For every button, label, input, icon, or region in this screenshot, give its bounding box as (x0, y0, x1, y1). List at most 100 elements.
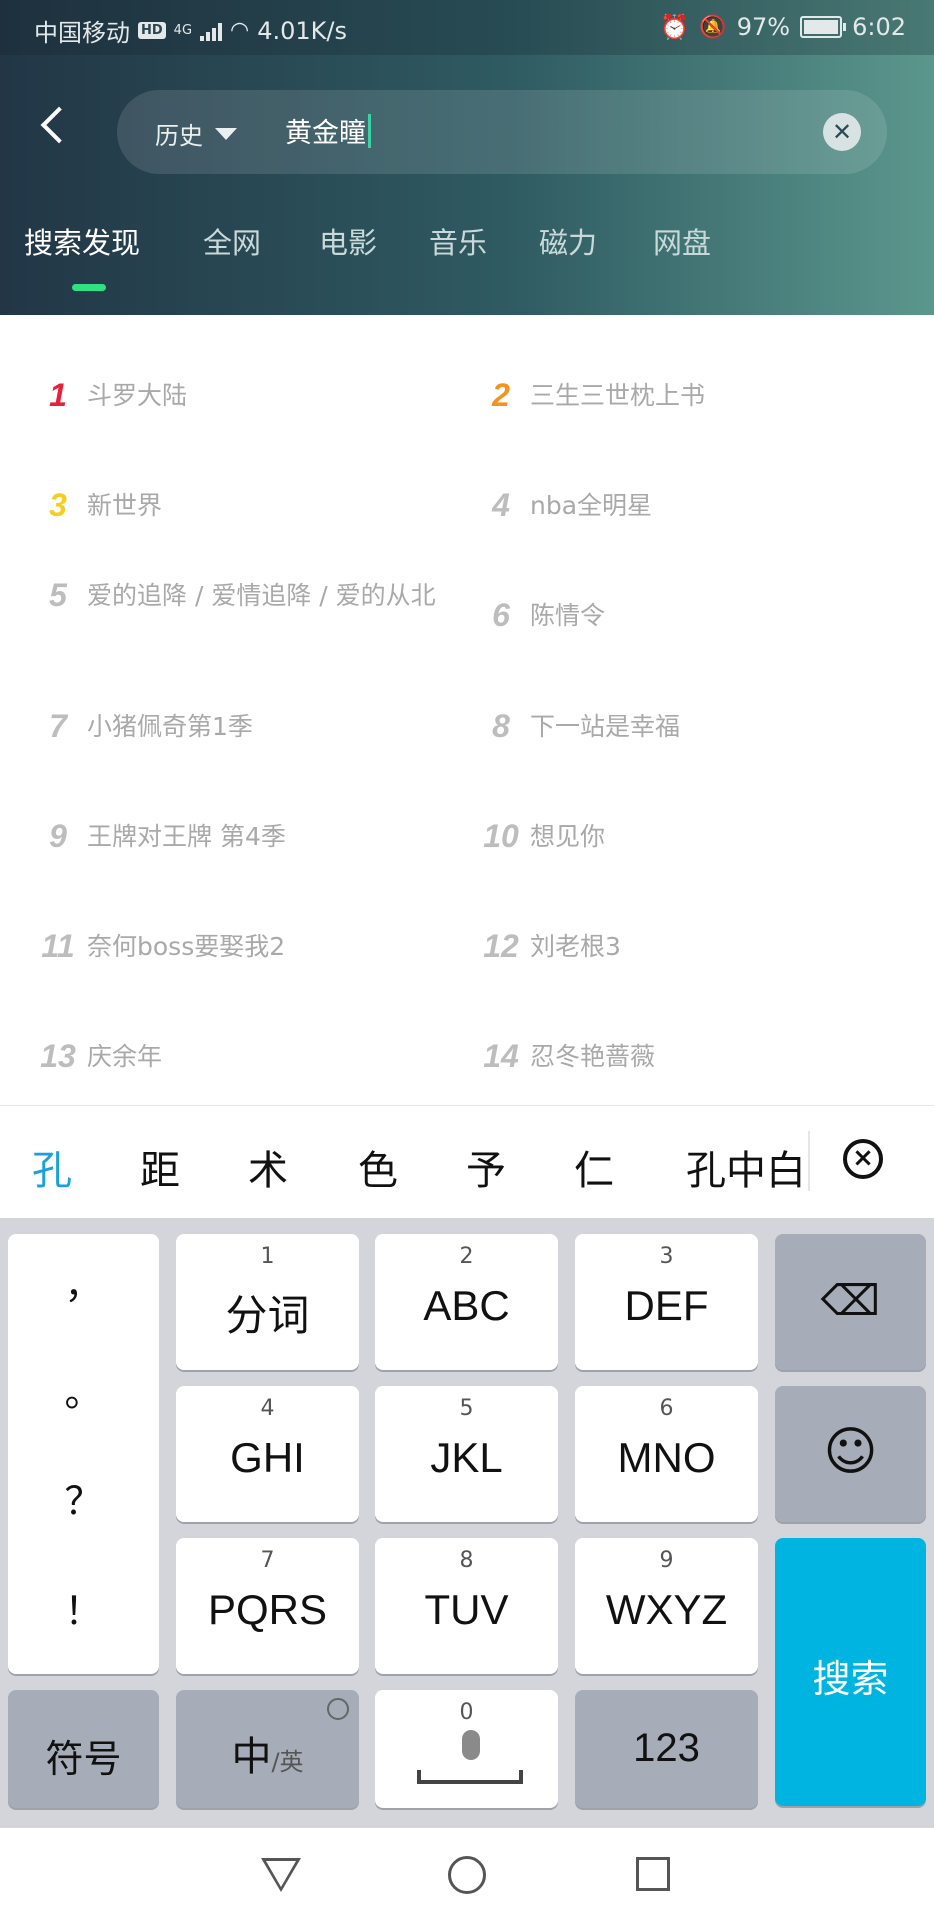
candidate-word[interactable]: 术 (248, 1138, 288, 1196)
tab-movies[interactable]: 电影 (319, 220, 377, 262)
clear-search-button[interactable]: ✕ (823, 113, 861, 151)
key-label: ABC (423, 1282, 510, 1329)
tab-magnet[interactable]: 磁力 (539, 220, 597, 262)
key-1[interactable]: 1 分词 (176, 1234, 359, 1370)
key-label: DEF (624, 1282, 709, 1329)
back-arrow-icon (40, 106, 78, 144)
status-bar: 中国移动 HD 4G ◠ 4.01K/s ⏰ 🔕 97% 6:02 (0, 0, 934, 55)
candidate-word[interactable]: 距 (140, 1138, 180, 1196)
rank-number: 7 (49, 708, 67, 744)
history-dropdown[interactable]: 历史 (155, 116, 237, 151)
key-2[interactable]: 2 ABC (375, 1234, 558, 1370)
key-number: 1 (260, 1244, 275, 1269)
item-title: 刘老根3 (530, 932, 621, 961)
item-title: 爱的追降 / 爱情追降 / 爱的从北 (87, 581, 436, 610)
item-title: 小猪佩奇第1季 (87, 712, 253, 741)
search-query-text: 黄金瞳 (285, 118, 366, 149)
key-number: 8 (459, 1548, 474, 1573)
key-number: 2 (459, 1244, 474, 1269)
key-number: 0 (459, 1700, 474, 1725)
list-item[interactable]: 10 想见你 (483, 818, 605, 855)
key-label: TUV (424, 1586, 509, 1633)
key-number: 7 (260, 1548, 275, 1573)
item-title: 王牌对王牌 第4季 (87, 822, 286, 851)
tab-all-web[interactable]: 全网 (203, 220, 261, 262)
key-label: PQRS (207, 1586, 328, 1633)
language-switch-key[interactable]: 中/英 (176, 1690, 359, 1808)
carrier: 中国移动 (34, 19, 130, 47)
list-item[interactable]: 8 下一站是幸福 (483, 708, 680, 745)
key-4[interactable]: 4 GHI (176, 1386, 359, 1522)
search-input[interactable]: 黄金瞳 (285, 111, 371, 150)
list-item[interactable]: 3 新世界 (40, 487, 162, 524)
key-5[interactable]: 5 JKL (375, 1386, 558, 1522)
candidate-word[interactable]: 仁 (574, 1138, 614, 1196)
candidate-word[interactable]: 色 (358, 1138, 398, 1196)
rank-number: 8 (492, 708, 510, 744)
emoji-key[interactable]: ☺ (775, 1386, 926, 1522)
tab-netdisk[interactable]: 网盘 (653, 220, 711, 262)
list-item[interactable]: 2 三生三世枕上书 (483, 377, 705, 414)
item-title: 奈何boss要娶我2 (87, 932, 286, 961)
hot-search-list: 1 斗罗大陆 2 三生三世枕上书 3 新世界 4 nba全明星 5 爱的追降 /… (0, 315, 934, 1105)
backspace-key[interactable]: ⌫ (775, 1234, 926, 1370)
key-label: GHI (230, 1434, 305, 1481)
numeric-keyboard-key[interactable]: 123 (575, 1690, 758, 1808)
clock: 6:02 (852, 13, 906, 41)
microphone-icon (462, 1730, 480, 1760)
header: 中国移动 HD 4G ◠ 4.01K/s ⏰ 🔕 97% 6:02 历史 黄金瞳… (0, 0, 934, 315)
nav-back-icon[interactable] (261, 1858, 301, 1892)
tab-music[interactable]: 音乐 (429, 220, 487, 262)
list-item[interactable]: 12 刘老根3 (483, 928, 621, 965)
item-title: 新世界 (87, 491, 163, 520)
close-icon: ✕ (831, 118, 853, 146)
punctuation-column[interactable]: ， 。 ？ ！ (8, 1234, 159, 1674)
candidate-divider (808, 1131, 810, 1191)
nav-home-icon[interactable] (448, 1856, 486, 1894)
punct-comma[interactable]: ， (8, 1254, 159, 1309)
key-3[interactable]: 3 DEF (575, 1234, 758, 1370)
text-cursor (368, 113, 371, 148)
search-key[interactable]: 搜索 (775, 1538, 926, 1806)
network-type: 4G (173, 23, 193, 38)
rank-number: 4 (492, 487, 510, 523)
list-item[interactable]: 5 爱的追降 / 爱情追降 / 爱的从北 (40, 577, 447, 614)
hd-badge: HD (138, 22, 166, 39)
punct-question[interactable]: ？ (8, 1470, 159, 1525)
list-item[interactable]: 6 陈情令 (483, 597, 605, 634)
list-item[interactable]: 7 小猪佩奇第1季 (40, 708, 253, 745)
list-item[interactable]: 11 奈何boss要娶我2 (40, 928, 285, 965)
list-item[interactable]: 14 忍冬艳蔷薇 (483, 1038, 655, 1075)
search-key-label: 搜索 (812, 1657, 889, 1701)
key-6[interactable]: 6 MNO (575, 1386, 758, 1522)
rank-number: 11 (41, 928, 75, 964)
key-7[interactable]: 7 PQRS (176, 1538, 359, 1674)
list-item[interactable]: 1 斗罗大陆 (40, 377, 187, 414)
globe-icon (327, 1698, 349, 1720)
space-key[interactable]: 0 (375, 1690, 558, 1808)
key-8[interactable]: 8 TUV (375, 1538, 558, 1674)
history-label: 历史 (155, 122, 203, 150)
item-title: 想见你 (530, 822, 606, 851)
list-item[interactable]: 9 王牌对王牌 第4季 (40, 818, 286, 855)
nav-recents-icon[interactable] (636, 1857, 670, 1891)
list-item[interactable]: 4 nba全明星 (483, 487, 652, 524)
tab-discover[interactable]: 搜索发现 (24, 220, 140, 262)
rank-number: 14 (483, 1038, 519, 1074)
candidate-word[interactable]: 孔 (32, 1138, 72, 1196)
symbols-key[interactable]: 符号 (8, 1690, 159, 1808)
key-number: 6 (659, 1396, 674, 1421)
item-title: 下一站是幸福 (530, 712, 681, 741)
back-button[interactable] (30, 95, 90, 165)
key-9[interactable]: 9 WXYZ (575, 1538, 758, 1674)
punct-period[interactable]: 。 (8, 1362, 159, 1417)
network-speed: 4.01K/s (257, 16, 347, 45)
active-tab-indicator (72, 284, 106, 291)
list-item[interactable]: 13 庆余年 (40, 1038, 162, 1075)
symbols-key-label: 符号 (45, 1737, 122, 1781)
close-candidates-icon[interactable]: × (843, 1139, 883, 1179)
punct-exclamation[interactable]: ！ (8, 1580, 159, 1635)
search-bar[interactable]: 历史 黄金瞳 ✕ (117, 90, 887, 174)
candidate-word[interactable]: 孔中白 (686, 1138, 806, 1196)
candidate-word[interactable]: 予 (466, 1138, 506, 1196)
